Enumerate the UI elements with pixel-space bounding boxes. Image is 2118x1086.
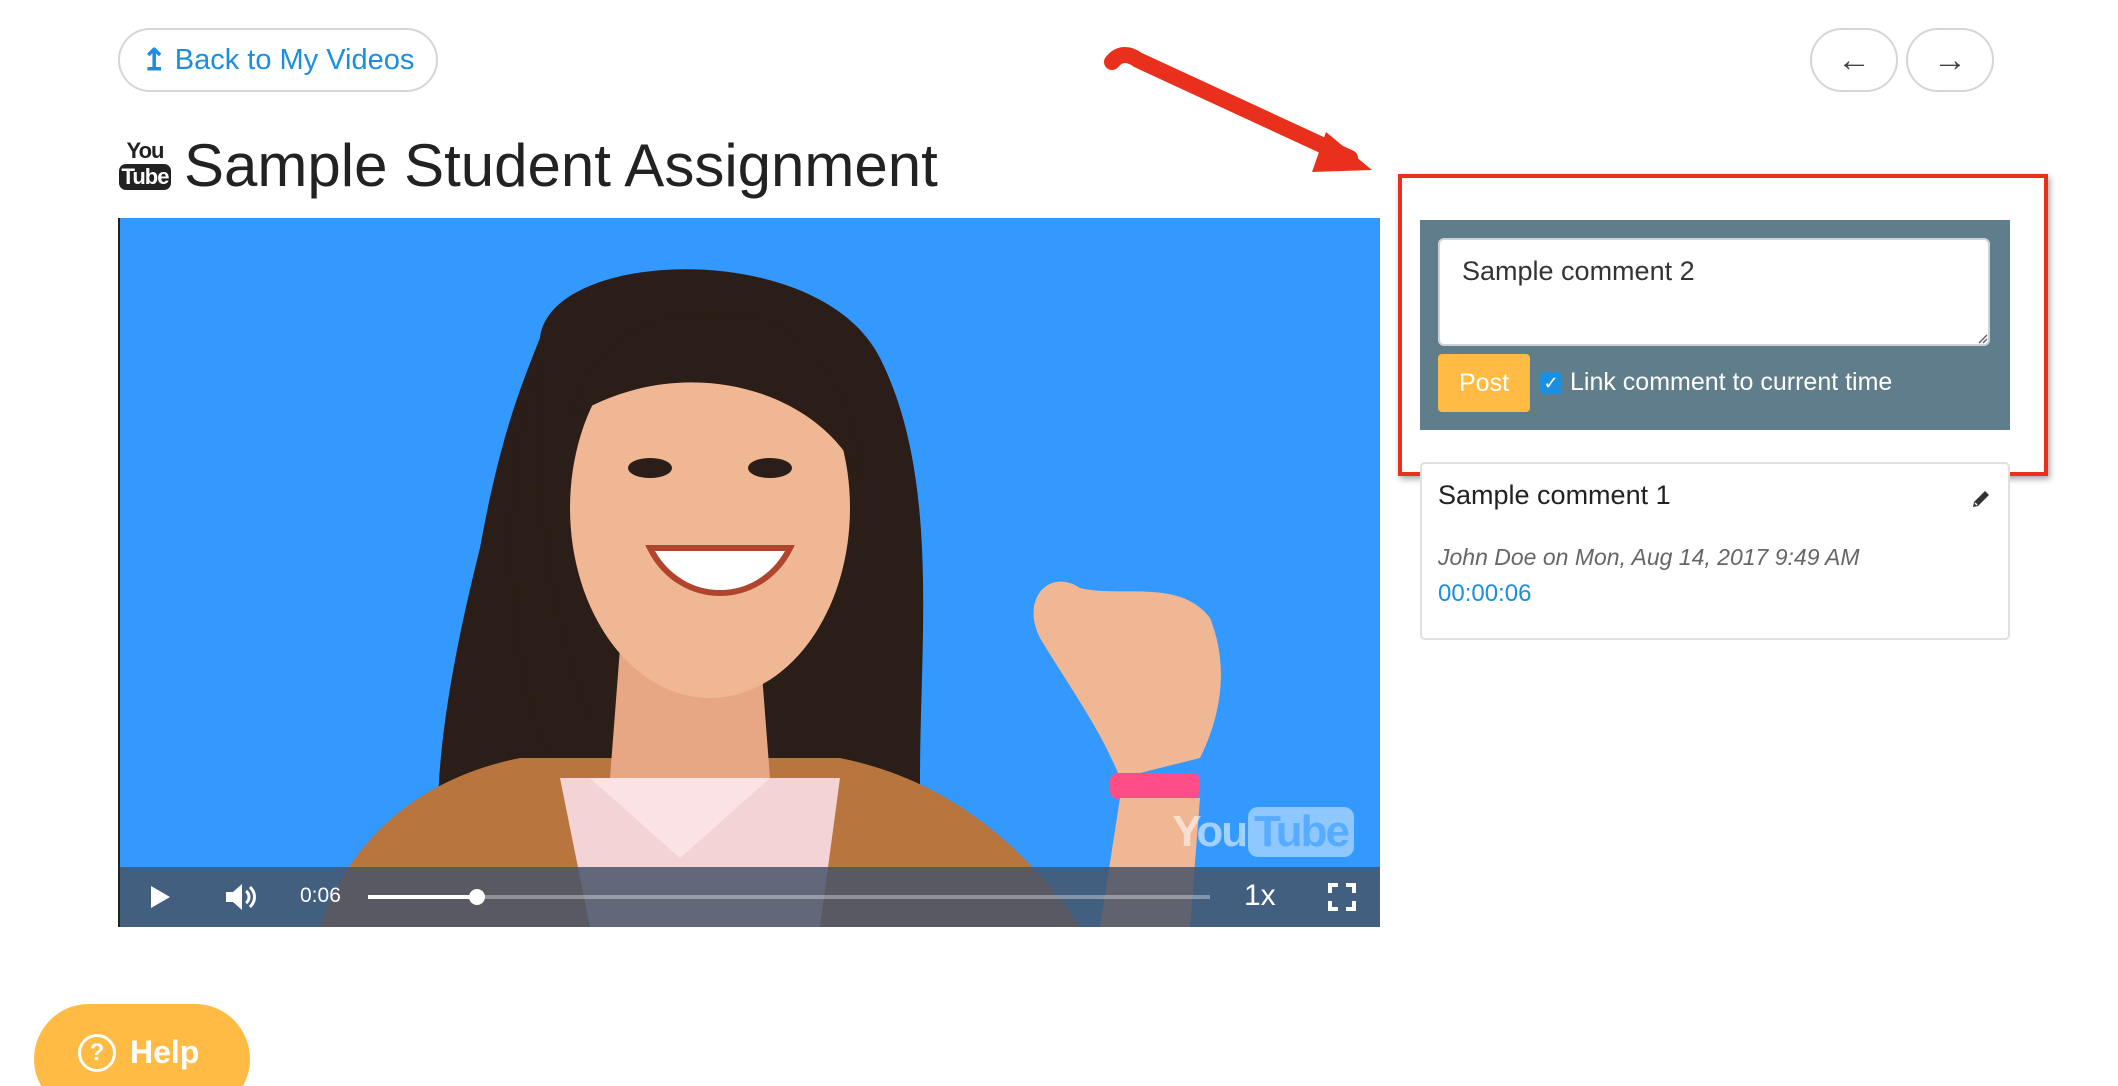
video-player[interactable]: You Tube 0:06 1x <box>118 218 1380 927</box>
player-control-bar: 0:06 1x <box>120 867 1380 927</box>
page-title: Sample Student Assignment <box>184 131 938 199</box>
comment-meta: John Doe on Mon, Aug 14, 2017 9:49 AM <box>1438 544 1860 570</box>
back-to-videos-button[interactable]: ↥ Back to My Videos <box>118 28 438 92</box>
play-icon[interactable] <box>148 885 172 909</box>
next-video-button[interactable]: → <box>1906 28 1994 92</box>
left-arrow-icon: ← <box>1837 40 1871 79</box>
question-circle-icon: ? <box>78 1034 116 1072</box>
youtube-watermark[interactable]: You Tube <box>1172 807 1354 857</box>
playback-speed-button[interactable]: 1x <box>1244 879 1276 913</box>
comment-card: Sample comment 1 John Doe on Mon, Aug 14… <box>1420 462 2010 640</box>
annotation-arrow <box>1104 47 1372 172</box>
title-row: You Tube Sample Student Assignment <box>118 130 938 200</box>
progress-thumb[interactable] <box>469 889 486 905</box>
previous-video-button[interactable]: ← <box>1810 28 1898 92</box>
pencil-icon[interactable] <box>1970 488 1992 510</box>
annotation-highlight-box <box>1398 174 2048 476</box>
progress-bar[interactable] <box>368 889 1210 905</box>
help-button[interactable]: ? Help <box>34 1004 250 1086</box>
help-label: Help <box>130 1034 200 1070</box>
comment-text: Sample comment 1 <box>1438 480 1671 510</box>
current-time: 0:06 <box>300 884 341 907</box>
progress-fill <box>368 895 478 899</box>
up-arrow-icon: ↥ <box>141 43 167 77</box>
back-to-videos-label: Back to My Videos <box>174 43 415 76</box>
fullscreen-icon[interactable] <box>1328 883 1356 911</box>
right-arrow-icon: → <box>1933 40 1967 79</box>
volume-icon[interactable] <box>224 882 258 912</box>
comment-timestamp-link[interactable]: 00:00:06 <box>1438 580 1531 608</box>
youtube-icon: You Tube <box>118 134 172 196</box>
